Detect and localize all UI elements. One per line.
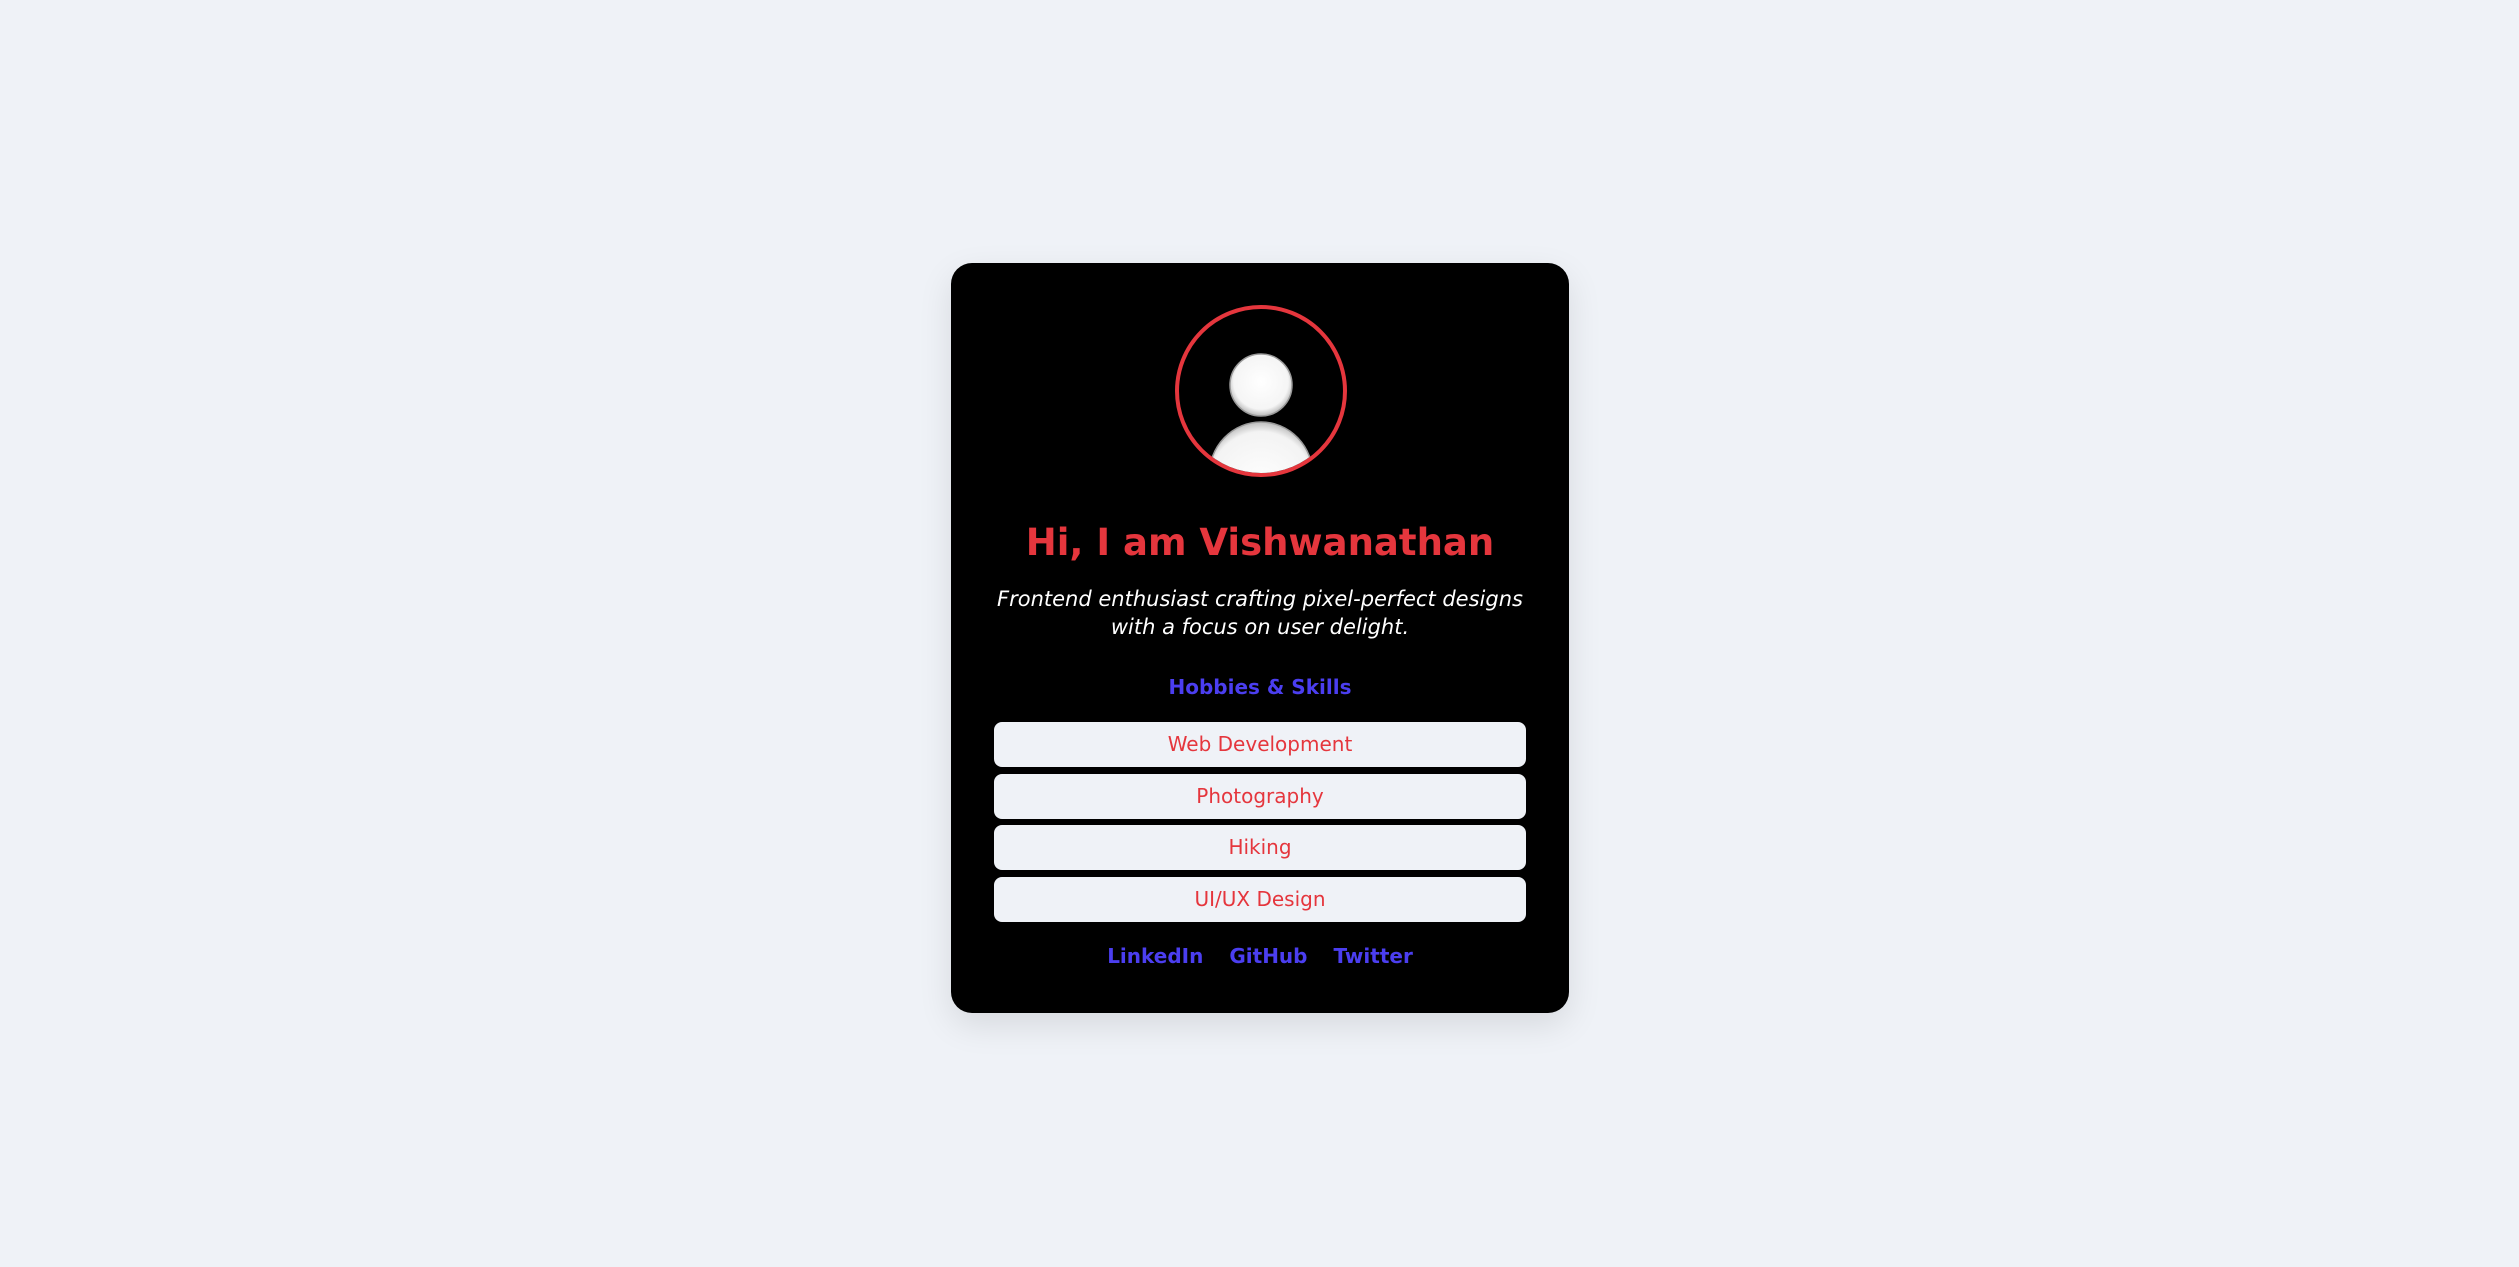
linkedin-link[interactable]: LinkedIn xyxy=(1107,942,1203,970)
skill-item-hiking: Hiking xyxy=(994,825,1526,870)
github-link[interactable]: GitHub xyxy=(1229,942,1307,970)
twitter-link[interactable]: Twitter xyxy=(1333,942,1412,970)
profile-bio: Frontend enthusiast crafting pixel-perfe… xyxy=(997,587,1523,639)
skill-item-web-development: Web Development xyxy=(994,722,1526,767)
skills-list: Web Development Photography Hiking UI/UX… xyxy=(994,722,1526,928)
profile-avatar xyxy=(1175,305,1347,477)
skills-section-title: Hobbies & Skills xyxy=(1168,675,1352,699)
user-silhouette-icon xyxy=(1208,353,1314,473)
social-links: LinkedIn GitHub Twitter xyxy=(951,942,1569,970)
profile-card: Hi, I am Vishwanathan Frontend enthusias… xyxy=(951,263,1569,1013)
skill-item-ui-ux-design: UI/UX Design xyxy=(994,876,1526,922)
skill-item-photography: Photography xyxy=(994,773,1526,819)
page-title: Hi, I am Vishwanathan xyxy=(1025,521,1495,564)
